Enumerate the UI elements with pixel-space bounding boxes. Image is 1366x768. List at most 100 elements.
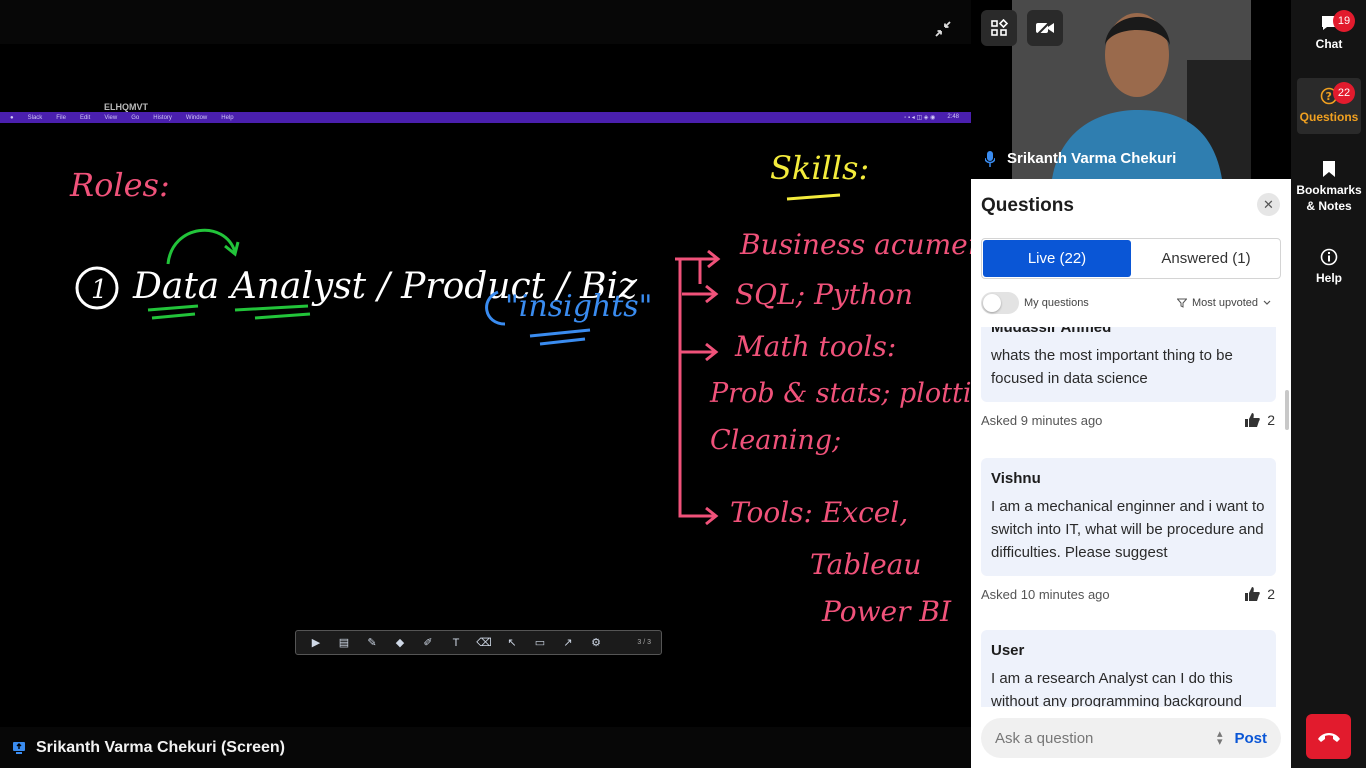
question-text: whats the most important thing to be foc… bbox=[991, 347, 1233, 387]
pointer-icon[interactable]: ↖ bbox=[502, 636, 522, 650]
scrollbar[interactable] bbox=[1285, 390, 1289, 430]
rail-bookmarks-button[interactable]: Bookmarks & Notes bbox=[1296, 160, 1362, 214]
green-underline-1 bbox=[147, 304, 199, 320]
roles-heading: Roles: bbox=[69, 166, 170, 204]
questions-badge: 22 bbox=[1333, 82, 1355, 104]
questions-panel: Questions ✕ Live (22) Answered (1) My qu… bbox=[971, 179, 1291, 768]
mac-menu-item: Edit bbox=[79, 114, 91, 121]
list-item: Vishnu I am a mechanical enginner and i … bbox=[981, 458, 1281, 602]
ask-question-input[interactable] bbox=[995, 729, 1217, 747]
mac-menu-item: Slack bbox=[27, 114, 43, 121]
list-item: Mudassir Ahmed whats the most important … bbox=[981, 327, 1281, 428]
skills-heading: Skills: bbox=[770, 149, 869, 187]
question-tabs: Live (22) Answered (1) bbox=[981, 238, 1281, 279]
asked-time: Asked 9 minutes ago bbox=[981, 412, 1103, 428]
question-card: User I am a research Analyst can I do th… bbox=[981, 630, 1276, 707]
marker-icon[interactable]: ✐ bbox=[418, 636, 438, 650]
page-indicator: 3 / 3 bbox=[637, 639, 651, 646]
svg-text:?: ? bbox=[1326, 90, 1332, 103]
mac-menu-item: Help bbox=[221, 114, 234, 121]
sort-dropdown[interactable]: Most upvoted bbox=[1176, 297, 1271, 309]
leave-session-button[interactable] bbox=[1306, 714, 1351, 759]
play-icon[interactable]: ▶ bbox=[306, 636, 326, 650]
resize-icon: ▴ ▾ bbox=[1216, 728, 1223, 748]
mac-menu-item: Go bbox=[131, 114, 140, 121]
chat-badge: 19 bbox=[1333, 10, 1355, 32]
question-author: Mudassir Ahmed bbox=[991, 327, 1112, 336]
rail-questions-button[interactable]: ? Questions 22 bbox=[1297, 78, 1361, 134]
upvote-button[interactable]: 2 bbox=[1245, 412, 1275, 428]
post-button[interactable]: Post bbox=[1234, 730, 1267, 747]
microphone-icon bbox=[985, 151, 995, 167]
mac-menu-bar: ● Slack File Edit View Go History Window… bbox=[0, 112, 971, 123]
question-meta: Asked 9 minutes ago 2 bbox=[981, 412, 1281, 428]
camera-off-button[interactable] bbox=[1027, 10, 1063, 46]
circle-one: 1 bbox=[91, 275, 108, 305]
mac-clock: 2:48 bbox=[947, 114, 959, 120]
question-meta: Asked 10 minutes ago 2 bbox=[981, 586, 1281, 602]
skill-item: Power BI bbox=[821, 595, 952, 628]
screen-share-icon bbox=[13, 741, 25, 754]
rail-chat-button[interactable]: Chat 19 bbox=[1297, 10, 1361, 52]
mac-menu-item: View bbox=[104, 114, 118, 121]
rectangle-icon[interactable]: ▭ bbox=[530, 636, 550, 650]
skill-item: Prob & stats; plotting; bbox=[709, 378, 971, 409]
shape-icon[interactable]: ◆ bbox=[390, 636, 410, 650]
green-underline-2 bbox=[234, 304, 311, 320]
mac-menu-item: Window bbox=[185, 114, 208, 121]
pen-icon[interactable]: ✎ bbox=[362, 636, 382, 650]
text-icon[interactable]: T bbox=[446, 636, 466, 650]
minimize-button[interactable] bbox=[930, 16, 956, 42]
presenter-name: Srikanth Varma Chekuri bbox=[1007, 150, 1177, 167]
slides-icon[interactable]: ▤ bbox=[334, 636, 354, 650]
settings-icon[interactable]: ⚙ bbox=[586, 636, 606, 650]
tab-live[interactable]: Live (22) bbox=[983, 240, 1131, 277]
asked-time: Asked 10 minutes ago bbox=[981, 586, 1110, 602]
screen-share-label-bar: Srikanth Varma Chekuri (Screen) bbox=[0, 727, 971, 768]
filter-icon bbox=[1176, 298, 1187, 308]
vote-count: 2 bbox=[1267, 586, 1275, 602]
screen-share-stage: ELHQMVT ● Slack File Edit View Go Histor… bbox=[0, 0, 971, 768]
presenter-video-tile: Srikanth Varma Chekuri bbox=[971, 0, 1291, 179]
rail-label: Help bbox=[1315, 271, 1342, 285]
question-card: Vishnu I am a mechanical enginner and i … bbox=[981, 458, 1276, 576]
video-off-icon bbox=[1036, 20, 1054, 36]
annotation-toolbar: ▶ ▤ ✎ ◆ ✐ T ⌫ ↖ ▭ ↗ ⚙ 3 / 3 bbox=[295, 630, 662, 655]
line-icon[interactable]: ↗ bbox=[558, 636, 578, 650]
skill-item: Tableau bbox=[810, 548, 921, 581]
chevron-down-icon bbox=[1263, 300, 1271, 305]
tab-answered[interactable]: Answered (1) bbox=[1132, 239, 1280, 278]
my-questions-label: My questions bbox=[1024, 297, 1089, 309]
mac-menu-item: History bbox=[153, 114, 172, 121]
rail-label: Questions bbox=[1299, 110, 1359, 124]
status-icons: ▫ ▪ ◂ ◫ ◈ ◉ bbox=[904, 115, 936, 121]
insights-text: "insights" bbox=[505, 289, 652, 324]
question-author: User bbox=[991, 642, 1025, 659]
mac-menu-item: File bbox=[56, 114, 66, 121]
question-author: Vishnu bbox=[991, 470, 1041, 487]
question-card: Mudassir Ahmed whats the most important … bbox=[981, 327, 1276, 402]
skills-underline bbox=[786, 193, 841, 201]
close-icon: ✕ bbox=[1263, 196, 1274, 212]
question-text: I am a mechanical enginner and i want to… bbox=[991, 498, 1265, 561]
sort-label: Most upvoted bbox=[1191, 297, 1258, 309]
info-icon bbox=[1320, 248, 1338, 266]
mac-window-title: ELHQMVT bbox=[104, 102, 148, 112]
apple-icon: ● bbox=[10, 114, 14, 121]
question-list: Mudassir Ahmed whats the most important … bbox=[971, 327, 1291, 707]
upvote-button[interactable]: 2 bbox=[1245, 586, 1275, 602]
rail-help-button[interactable]: Help bbox=[1297, 248, 1361, 286]
list-item: User I am a research Analyst can I do th… bbox=[981, 630, 1281, 707]
right-rail: Chat 19 ? Questions 22 Bookmarks & Notes… bbox=[1291, 0, 1366, 768]
grid-view-button[interactable] bbox=[981, 10, 1017, 46]
my-questions-toggle[interactable] bbox=[981, 292, 1019, 314]
question-filters: My questions Most upvoted bbox=[981, 292, 1281, 314]
close-panel-button[interactable]: ✕ bbox=[1257, 193, 1280, 216]
hang-up-icon bbox=[1317, 732, 1340, 742]
grid-icon bbox=[991, 19, 1008, 36]
rail-label: Chat bbox=[1315, 37, 1343, 51]
thumbs-up-icon bbox=[1245, 587, 1260, 601]
stage-top-bar bbox=[0, 0, 971, 44]
eraser-icon[interactable]: ⌫ bbox=[474, 636, 494, 650]
screen-share-name: Srikanth Varma Chekuri (Screen) bbox=[36, 738, 285, 756]
